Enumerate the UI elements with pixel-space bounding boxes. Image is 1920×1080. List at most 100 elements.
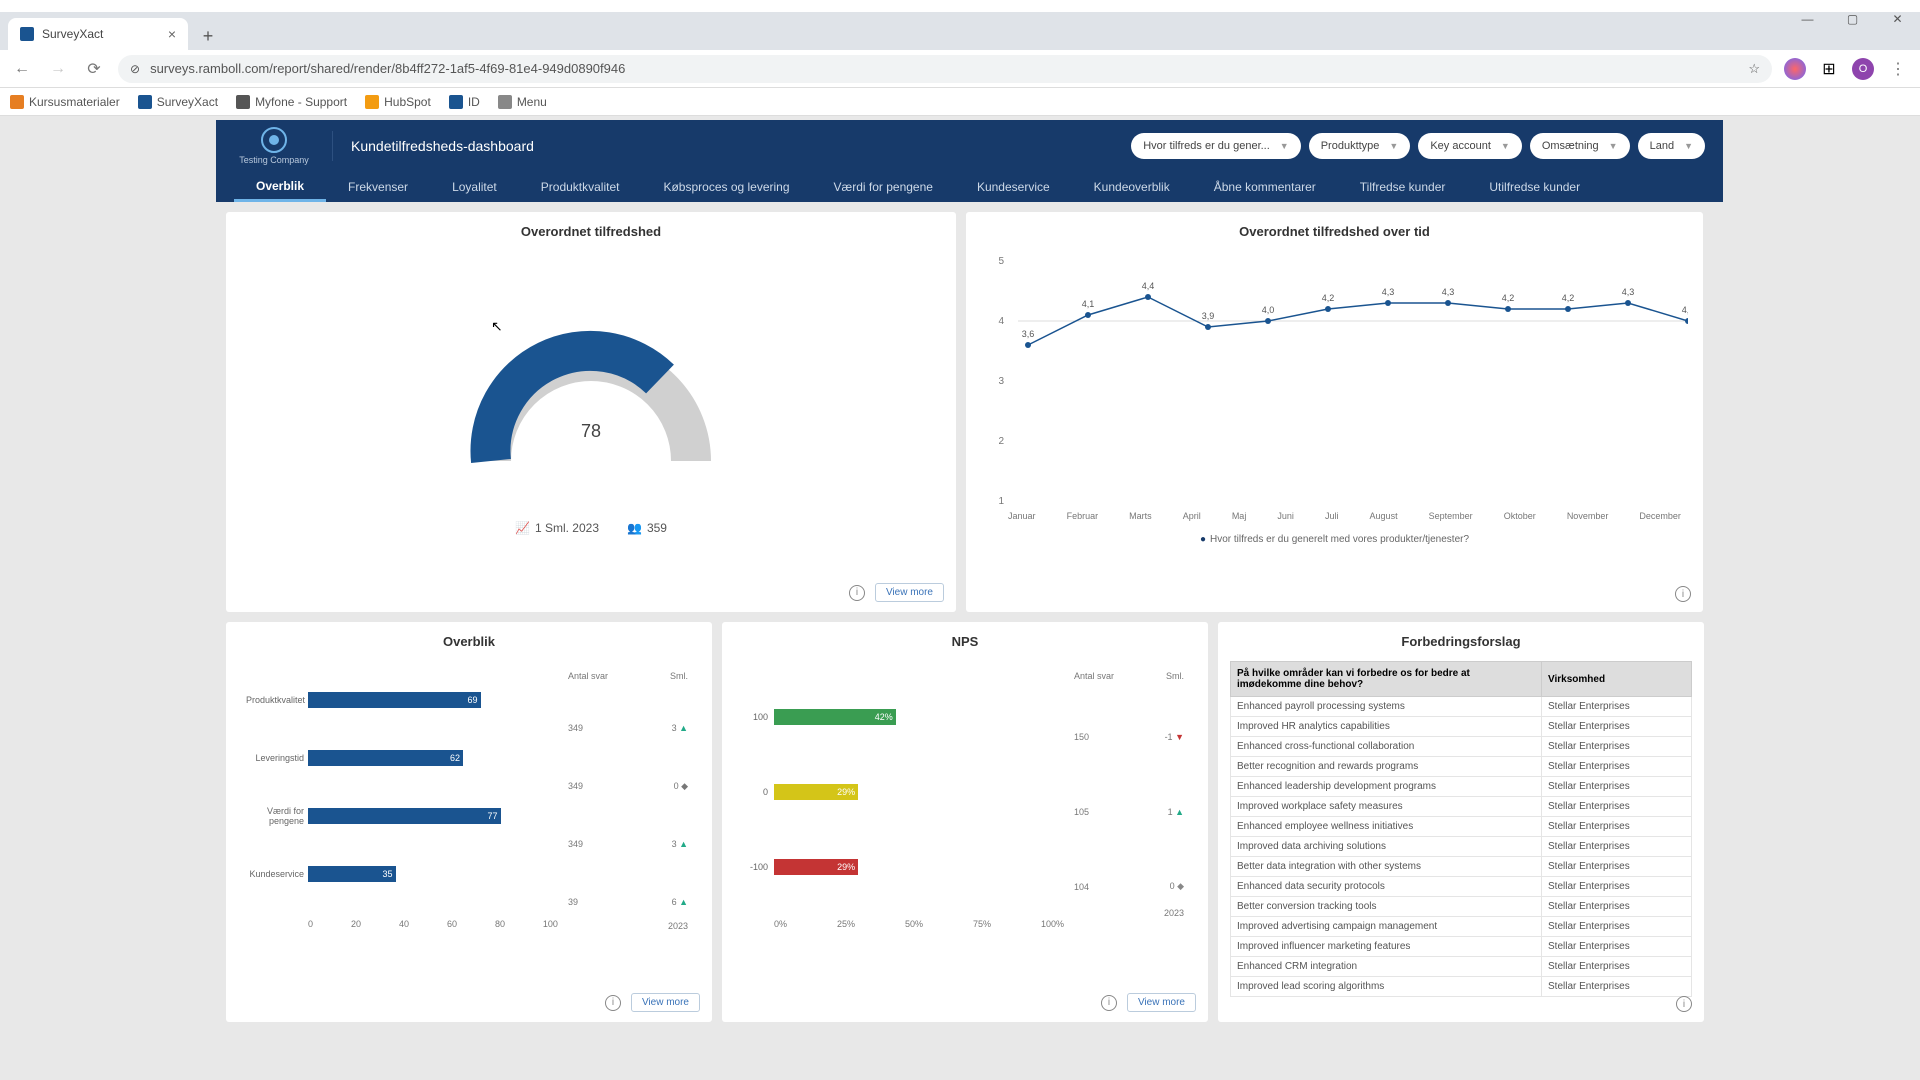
new-tab-button[interactable]: +: [194, 22, 222, 50]
bookmark-item[interactable]: Myfone - Support: [236, 95, 347, 109]
x-tick: December: [1639, 511, 1681, 521]
y-tick: 3: [992, 376, 1004, 387]
chart-legend: Hvor tilfreds er du generelt med vores p…: [978, 534, 1691, 545]
filter-dropdown[interactable]: Omsætning▼: [1530, 133, 1630, 159]
view-more-button[interactable]: View more: [875, 583, 944, 602]
company-logo[interactable]: Testing Company: [234, 127, 314, 165]
info-icon[interactable]: i: [1675, 586, 1691, 602]
nav-tab[interactable]: Utilfredse kunder: [1467, 172, 1602, 202]
nav-tab[interactable]: Produktkvalitet: [519, 172, 642, 202]
table-row[interactable]: Enhanced employee wellness initiativesSt…: [1231, 817, 1692, 837]
browser-tab[interactable]: SurveyXact ×: [8, 18, 188, 50]
nav-tab[interactable]: Kundeservice: [955, 172, 1072, 202]
nav-tab[interactable]: Tilfredse kunder: [1338, 172, 1468, 202]
svg-text:4,0: 4,0: [1262, 305, 1275, 315]
minimize-button[interactable]: —: [1785, 0, 1830, 38]
close-window-button[interactable]: ✕: [1875, 0, 1920, 38]
suggestions-card: Forbedringsforslag På hvilke områder kan…: [1218, 622, 1704, 1022]
nav-tab[interactable]: Frekvenser: [326, 172, 430, 202]
respondents-stat: 👥359: [627, 521, 667, 535]
address-bar[interactable]: ⊘ surveys.ramboll.com/report/shared/rend…: [118, 55, 1772, 83]
extension-icon[interactable]: [1784, 58, 1806, 80]
card-title: Overordnet tilfredshed: [238, 224, 944, 239]
card-title: NPS: [734, 634, 1196, 649]
y-tick: 1: [992, 496, 1004, 507]
y-tick: 5: [992, 256, 1004, 267]
overblik-card: Overblik Produktkvalitet69Leveringstid62…: [226, 622, 712, 1022]
x-tick: April: [1183, 511, 1201, 521]
table-row[interactable]: Better conversion tracking toolsStellar …: [1231, 897, 1692, 917]
table-header: Virksomhed: [1542, 662, 1692, 697]
filter-dropdown[interactable]: Land▼: [1638, 133, 1705, 159]
gauge-chart: [461, 321, 721, 481]
view-more-button[interactable]: View more: [1127, 993, 1196, 1012]
x-tick: August: [1370, 511, 1398, 521]
table-row[interactable]: Enhanced leadership development programs…: [1231, 777, 1692, 797]
reload-button[interactable]: ⟳: [82, 57, 106, 81]
table-row[interactable]: Improved influencer marketing featuresSt…: [1231, 937, 1692, 957]
svg-text:4,2: 4,2: [1562, 293, 1575, 303]
close-icon[interactable]: ×: [168, 26, 176, 42]
maximize-button[interactable]: ▢: [1830, 0, 1875, 38]
nav-tab[interactable]: Overblik: [234, 172, 326, 202]
info-icon[interactable]: i: [1676, 996, 1692, 1012]
extensions-button[interactable]: ⊞: [1818, 58, 1840, 80]
url-text: surveys.ramboll.com/report/shared/render…: [150, 61, 625, 76]
back-button[interactable]: ←: [10, 57, 34, 81]
y-tick: 4: [992, 316, 1004, 327]
bookmark-star-icon[interactable]: ☆: [1748, 61, 1760, 77]
svg-text:4,2: 4,2: [1502, 293, 1515, 303]
dashboard-header: Testing Company Kundetilfredsheds-dashbo…: [216, 120, 1723, 172]
bookmark-item[interactable]: Kursusmaterialer: [10, 95, 120, 109]
y-tick: 2: [992, 436, 1004, 447]
profile-avatar[interactable]: O: [1852, 58, 1874, 80]
chevron-down-icon: ▼: [1609, 141, 1618, 151]
svg-text:4,3: 4,3: [1442, 287, 1455, 297]
table-row[interactable]: Enhanced data security protocolsStellar …: [1231, 877, 1692, 897]
x-tick: September: [1429, 511, 1473, 521]
svg-text:4,1: 4,1: [1082, 299, 1095, 309]
table-row[interactable]: Enhanced payroll processing systemsStell…: [1231, 697, 1692, 717]
nav-tab[interactable]: Købsproces og levering: [641, 172, 811, 202]
table-row[interactable]: Improved workplace safety measuresStella…: [1231, 797, 1692, 817]
chevron-down-icon: ▼: [1280, 141, 1289, 151]
nav-tab[interactable]: Kundeoverblik: [1072, 172, 1192, 202]
info-icon[interactable]: i: [849, 585, 865, 601]
table-row[interactable]: Better recognition and rewards programsS…: [1231, 757, 1692, 777]
filter-dropdown[interactable]: Key account▼: [1418, 133, 1521, 159]
site-info-icon[interactable]: ⊘: [130, 62, 140, 76]
menu-button[interactable]: ⋮: [1886, 57, 1910, 81]
bookmark-item[interactable]: Menu: [498, 95, 547, 109]
gauge-card: Overordnet tilfredshed 78 📈1 Sml. 2023 👥…: [226, 212, 956, 612]
nav-tab[interactable]: Loyalitet: [430, 172, 519, 202]
filter-dropdown[interactable]: Hvor tilfreds er du gener...▼: [1131, 133, 1300, 159]
info-icon[interactable]: i: [605, 995, 621, 1011]
chevron-down-icon: ▼: [1501, 141, 1510, 151]
table-row[interactable]: Improved HR analytics capabilitiesStella…: [1231, 717, 1692, 737]
x-tick: Juni: [1277, 511, 1294, 521]
favicon: [20, 27, 34, 41]
nav-tab[interactable]: Åbne kommentarer: [1192, 172, 1338, 202]
table-row[interactable]: Better data integration with other syste…: [1231, 857, 1692, 877]
x-tick: Oktober: [1504, 511, 1536, 521]
x-tick: November: [1567, 511, 1609, 521]
suggestions-table[interactable]: På hvilke områder kan vi forbedre os for…: [1230, 661, 1692, 1001]
info-icon[interactable]: i: [1101, 995, 1117, 1011]
nav-tab[interactable]: Værdi for pengene: [812, 172, 955, 202]
page-title: Kundetilfredsheds-dashboard: [351, 138, 534, 154]
forward-button[interactable]: →: [46, 57, 70, 81]
table-row[interactable]: Improved lead scoring algorithmsStellar …: [1231, 977, 1692, 997]
bookmark-item[interactable]: HubSpot: [365, 95, 431, 109]
bookmark-item[interactable]: ID: [449, 95, 480, 109]
table-row[interactable]: Enhanced CRM integrationStellar Enterpri…: [1231, 957, 1692, 977]
table-row[interactable]: Improved advertising campaign management…: [1231, 917, 1692, 937]
svg-text:4,3: 4,3: [1622, 287, 1635, 297]
filter-dropdown[interactable]: Produkttype▼: [1309, 133, 1411, 159]
table-row[interactable]: Enhanced cross-functional collaborationS…: [1231, 737, 1692, 757]
svg-text:4,4: 4,4: [1142, 281, 1155, 291]
chevron-down-icon: ▼: [1684, 141, 1693, 151]
bookmark-item[interactable]: SurveyXact: [138, 95, 218, 109]
view-more-button[interactable]: View more: [631, 993, 700, 1012]
table-row[interactable]: Improved data archiving solutionsStellar…: [1231, 837, 1692, 857]
chevron-down-icon: ▼: [1389, 141, 1398, 151]
